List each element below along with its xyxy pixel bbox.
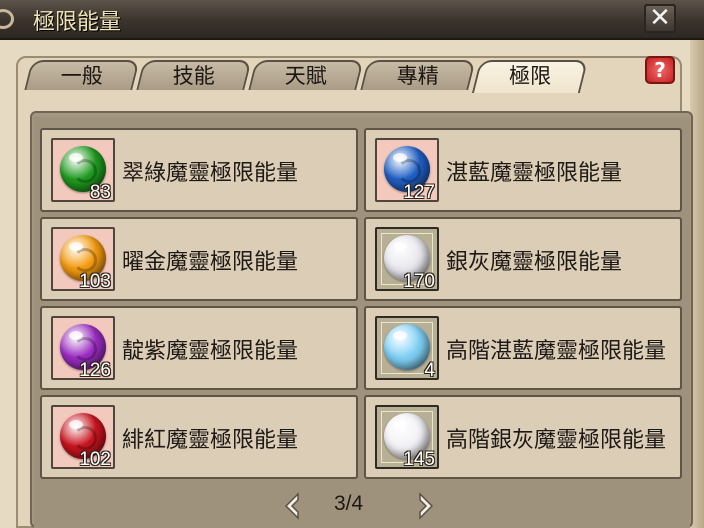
- item-icon-frame: 145: [375, 405, 439, 470]
- tab-limit[interactable]: 極限: [471, 60, 589, 93]
- tab-label: 一般: [60, 64, 103, 88]
- item-icon-frame: 102: [51, 405, 115, 470]
- item-count: 145: [403, 449, 435, 470]
- next-page-button[interactable]: [416, 492, 436, 520]
- help-button[interactable]: ?: [645, 56, 675, 84]
- item-slot[interactable]: 4 高階湛藍魔靈極限能量: [364, 306, 682, 390]
- title-bar[interactable]: 極限能量 ✕: [0, 0, 704, 40]
- item-count: 103: [79, 271, 111, 292]
- item-icon-frame: 4: [375, 316, 439, 381]
- item-slot[interactable]: 126 靛紫魔靈極限能量: [40, 306, 358, 390]
- item-name: 高階銀灰魔靈極限能量: [446, 428, 667, 453]
- tab-label: 專精: [396, 64, 439, 88]
- item-slot[interactable]: 127 湛藍魔靈極限能量: [364, 128, 682, 212]
- item-grid: 83 翠綠魔靈極限能量 127 湛藍魔靈極限能量 103 曜金魔靈極限能量 17…: [34, 117, 690, 528]
- item-count: 102: [79, 449, 111, 470]
- item-name: 高階湛藍魔靈極限能量: [446, 339, 667, 364]
- item-name: 曜金魔靈極限能量: [122, 250, 299, 275]
- item-count: 126: [79, 360, 111, 381]
- item-name: 湛藍魔靈極限能量: [446, 161, 623, 186]
- item-count: 170: [403, 271, 435, 292]
- item-slot[interactable]: 103 曜金魔靈極限能量: [40, 217, 358, 301]
- tab-label: 極限: [509, 64, 552, 88]
- item-slot[interactable]: 145 高階銀灰魔靈極限能量: [364, 395, 682, 479]
- chevron-left-icon: [284, 492, 299, 520]
- pagination: 3/4: [282, 492, 434, 520]
- item-slot[interactable]: 102 緋紅魔靈極限能量: [40, 395, 358, 479]
- tab-mastery[interactable]: 專精: [360, 60, 476, 90]
- tab-talents[interactable]: 天賦: [248, 60, 364, 90]
- item-icon-frame: 103: [51, 227, 115, 292]
- item-name: 靛紫魔靈極限能量: [122, 339, 299, 364]
- prev-page-button[interactable]: [282, 492, 302, 520]
- tab-label: 天賦: [284, 64, 327, 88]
- item-icon-frame: 126: [51, 316, 115, 381]
- tab-skills[interactable]: 技能: [136, 60, 252, 90]
- item-count: 83: [89, 182, 111, 203]
- item-icon-frame: 127: [375, 138, 439, 203]
- item-count: 4: [424, 360, 435, 381]
- item-icon-frame: 170: [375, 227, 439, 292]
- tab-general[interactable]: 一般: [24, 60, 140, 90]
- item-name: 緋紅魔靈極限能量: [122, 428, 299, 453]
- tab-label: 技能: [172, 64, 215, 88]
- item-count: 127: [403, 182, 435, 203]
- title-ornament-icon: [0, 9, 14, 29]
- chevron-right-icon: [419, 492, 434, 520]
- item-icon-frame: 83: [51, 138, 115, 203]
- item-name: 銀灰魔靈極限能量: [446, 250, 623, 275]
- page-indicator: 3/4: [334, 492, 364, 515]
- item-slot[interactable]: 170 銀灰魔靈極限能量: [364, 217, 682, 301]
- item-slot[interactable]: 83 翠綠魔靈極限能量: [40, 128, 358, 212]
- window-title: 極限能量: [33, 10, 122, 35]
- item-name: 翠綠魔靈極限能量: [122, 161, 299, 186]
- close-button[interactable]: ✕: [644, 4, 676, 33]
